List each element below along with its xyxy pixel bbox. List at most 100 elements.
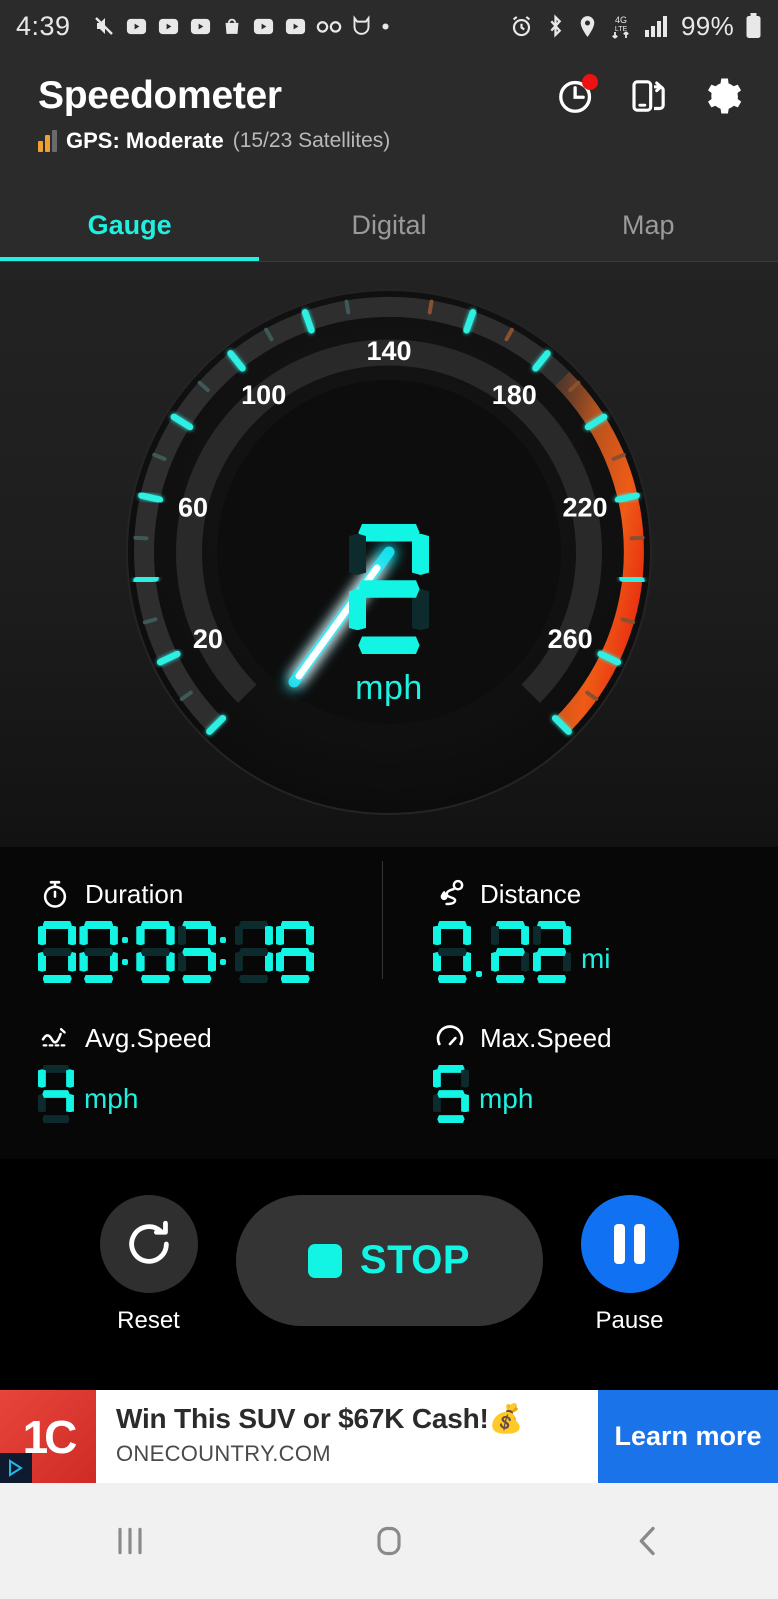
pause-button[interactable]	[580, 1195, 679, 1293]
header-actions	[554, 74, 756, 118]
stat-avg-speed-label: Avg.Speed	[85, 1022, 212, 1053]
stop-control: STOP	[198, 1195, 581, 1326]
stat-duration: Duration	[0, 847, 383, 991]
stat-avg-speed: Avg.Speed mph	[0, 991, 383, 1135]
seven-segment-digit	[38, 921, 77, 983]
pause-bar-icon	[614, 1224, 625, 1264]
lte-data-icon: 4G LTE	[609, 13, 633, 39]
pause-label: Pause	[595, 1307, 664, 1334]
stats-row-top: Duration Distance mi	[0, 847, 778, 991]
stats-divider	[382, 861, 383, 977]
route-icon	[433, 877, 467, 911]
ad-headline: Win This SUV or $67K Cash!💰	[116, 1403, 524, 1434]
tab-bar: Gauge Digital Map	[0, 190, 778, 262]
gps-satellites-count: (15/23 Satellites)	[232, 129, 391, 152]
gauge-panel: 20 60 100 140 180 220 260 mph	[0, 262, 778, 847]
stat-max-speed: Max.Speed mph	[383, 991, 778, 1135]
gps-signal-bars-icon	[38, 130, 57, 152]
stat-distance-label: Distance	[480, 878, 582, 909]
home-icon[interactable]	[329, 1501, 449, 1581]
gps-quality-label: GPS: Moderate	[66, 128, 224, 153]
history-clock-icon[interactable]	[554, 74, 598, 118]
seven-segment-digit	[474, 921, 488, 983]
gauge-tick	[133, 535, 149, 541]
stat-distance-head: Distance	[433, 877, 778, 911]
screen-rotate-icon[interactable]	[627, 74, 671, 118]
gps-status: GPS: Moderate (15/23 Satellites)	[38, 128, 756, 154]
header-top-row: Speedometer	[38, 70, 756, 118]
bluetooth-icon	[545, 13, 566, 39]
pause-bar-icon	[634, 1224, 645, 1264]
tab-gauge[interactable]: Gauge	[0, 190, 260, 261]
video-icon	[157, 15, 180, 38]
stat-max-speed-value: mph	[433, 1065, 778, 1123]
seven-segment-digit	[136, 921, 175, 983]
ad-cta-button[interactable]: Learn more	[598, 1390, 778, 1483]
stop-button[interactable]: STOP	[235, 1195, 543, 1326]
seven-segment-digit	[433, 921, 472, 983]
tab-map[interactable]: Map	[519, 190, 778, 261]
stat-max-speed-unit: mph	[478, 1083, 534, 1114]
stat-duration-value	[38, 921, 383, 983]
video-icon	[284, 15, 307, 38]
cat-icon	[351, 15, 372, 37]
gauge-tick-label: 140	[366, 336, 411, 366]
seven-segment-digit	[79, 921, 118, 983]
back-icon[interactable]	[588, 1501, 708, 1581]
stat-distance-unit: mi	[580, 943, 611, 974]
ad-choices-icon[interactable]	[0, 1453, 32, 1483]
speedometer-gauge: 20 60 100 140 180 220 260	[119, 282, 659, 822]
gauge-tick	[344, 299, 351, 315]
gauge-tick	[133, 575, 159, 584]
video-icon	[125, 15, 148, 38]
tab-digital[interactable]: Digital	[259, 190, 518, 261]
gauge-tick-label: 220	[562, 492, 607, 522]
gauge-tick-label: 100	[241, 380, 286, 410]
stat-avg-speed-value: mph	[38, 1065, 383, 1123]
refresh-icon	[128, 1220, 169, 1264]
bag-icon	[221, 15, 243, 38]
voicemail-icon	[316, 16, 342, 36]
ad-url: ONECOUNTRY.COM	[116, 1441, 331, 1466]
app-window: 4:39 4G LTE 99% Speedometer GPS: Moderat…	[0, 0, 778, 1599]
stat-distance: Distance mi	[383, 847, 778, 991]
gauge-tick	[629, 535, 645, 541]
ad-logo: 1C	[0, 1390, 96, 1483]
gear-icon[interactable]	[700, 74, 744, 118]
gauge-tick	[138, 492, 164, 503]
reset-button[interactable]	[99, 1195, 198, 1293]
page-title: Speedometer	[38, 74, 282, 117]
app-header: Speedometer GPS: Moderate (15/23 Satelli…	[0, 52, 778, 190]
gauge-tick	[619, 575, 645, 584]
video-icon	[252, 15, 275, 38]
system-navbar	[0, 1483, 778, 1599]
stat-avg-speed-unit: mph	[83, 1083, 139, 1114]
max-speed-icon	[433, 1021, 467, 1055]
stat-max-speed-head: Max.Speed	[433, 1021, 778, 1055]
seven-segment-digit	[121, 921, 133, 983]
gauge-tick-label: 20	[193, 624, 223, 654]
seven-segment-digit	[219, 921, 231, 983]
gauge-tick	[427, 299, 434, 315]
seven-segment-digit	[491, 921, 530, 983]
seven-segment-digit	[177, 921, 217, 983]
ad-banner[interactable]: 1C Win This SUV or $67K Cash!💰 ONECOUNTR…	[0, 1390, 778, 1483]
gauge-tick	[614, 492, 640, 503]
gauge-svg: 20 60 100 140 180 220 260	[126, 289, 652, 815]
pause-control: Pause	[580, 1195, 679, 1335]
status-bar-left: 4:39	[16, 11, 509, 42]
reset-control: Reset	[99, 1195, 198, 1335]
stop-square-icon	[307, 1243, 342, 1278]
status-bar-right: 4G LTE 99%	[509, 11, 762, 42]
recents-icon[interactable]	[70, 1501, 190, 1581]
signal-icon	[644, 14, 670, 38]
ad-text: Win This SUV or $67K Cash!💰 ONECOUNTRY.C…	[96, 1390, 598, 1483]
stat-duration-head: Duration	[38, 877, 383, 911]
seven-segment-digit	[38, 1065, 74, 1123]
seven-segment-digit	[275, 921, 315, 983]
stat-distance-value: mi	[433, 921, 778, 983]
status-bar: 4:39 4G LTE 99%	[0, 0, 778, 52]
seven-segment-digit	[532, 921, 571, 983]
battery-icon	[745, 13, 762, 39]
stop-label: STOP	[359, 1238, 471, 1282]
